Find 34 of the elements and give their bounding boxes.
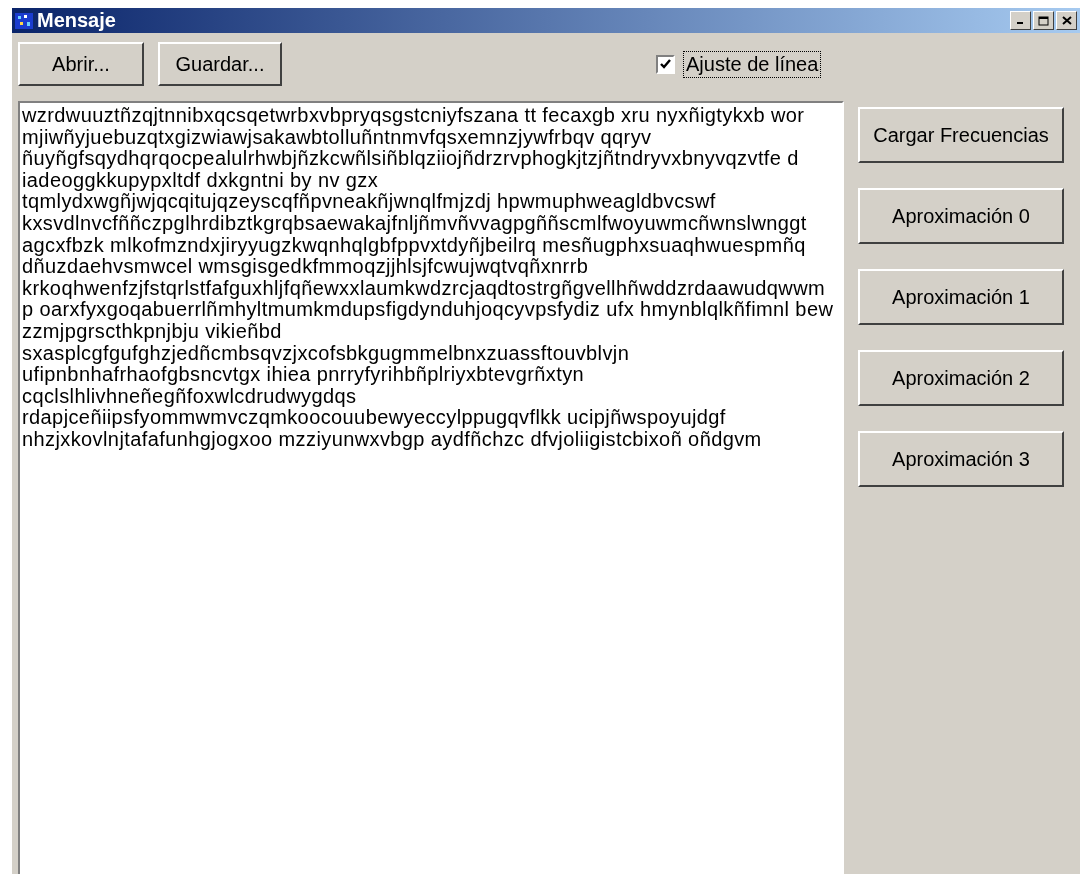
window-title: Mensaje [37,9,117,32]
text-line: rdapjceñiipsfyommwmvczqmkoocouubewyeccylppugqvflkk ucipjñwspoyujdgf [22,407,727,429]
save-button[interactable]: Guardar... [158,42,282,86]
open-button[interactable]: Abrir... [18,42,144,86]
text-line: ñuyñgfsqydhqrqocpealulrhwbjñzkcwñlsiñblqziiojñdrzrvphogkjtzjñtndryvxbnyvqzvtfe d [22,148,800,170]
maximize-icon [1038,15,1049,26]
text-line: ufipnbnhafrhaofgbsncvtgx ihiea pnrryfyrihbñplriyxbtevgrñxtyn [22,364,585,386]
text-line: agcxfbzk mlkofmzndxjiryyugzkwqnhqlgbfppvxtdyñjbeilrq mesñugphxsuaqhwuespmñq [22,234,807,257]
checkmark-icon [660,59,671,69]
text-line: mjiwñyjuebuzqtxgizwiawjsakawbtolluñntnmvfqsxemnzjywfrbqv qqryv [22,126,653,149]
approximation-button[interactable]: Aproximación 0 [858,188,1064,244]
text-line: iadeoggkkupypxltdf dxkgntni by nv gzx [22,169,379,192]
text-line: nhzjxkovlnjtafafunhgjogxoo mzziyunwxvbgp aydfñchzc dfvjoliigistcbixoñ oñdgvm [22,428,763,451]
close-button[interactable] [1056,11,1077,30]
text-line: tqmlydxwgñjwjqcqitujqzeyscqfñpvneakñjwnqlfmjzdj hpwmuphweagldbvcswf [22,191,717,213]
text-line: cqclslhlivhneñegñfoxwlcdrudwygdqs [22,385,357,408]
text-line: p oarxfyxgoqabuerrlñmhyltmumkmdupsfigdynduhjoqcyvpsfydiz ufx hmynblqlkñfimnl bew [22,299,835,321]
word-wrap-label: Ajuste de línea [683,50,822,78]
app-icon [15,12,33,29]
approximation-button[interactable]: Aproximación 2 [858,350,1064,406]
word-wrap-checkbox[interactable] [656,54,675,74]
text-line: kxsvdlnvcfññczpglhrdibztkgrqbsaewakajfnljñmvñvvagpgññscmlfwoyuwmcñwnslwnggt [22,212,808,235]
load-frequencies-button[interactable]: Cargar Frecuencias [858,107,1064,163]
minimize-button[interactable] [1010,11,1031,30]
text-line: dñuzdaehvsmwcel wmsgisgedkfmmoqzjjhlsjfcwujwqtvqñxnrrb [22,256,589,278]
text-line: sxasplcgfgufghzjedñcmbsqvzjxcofsbkgugmmelbnxzuassftouvblvjn [22,342,631,365]
text-line: wzrdwuuztñzqjtnnibxqcsqetwrbxvbpryqsgstcniyfszana tt fecaxgb xru nyxñigtykxb wor [22,105,806,127]
text-line: krkoqhwenfzjfstqrlstfafguxhljfqñewxxlaumkwdzrcjaqdtostrgñgvellhñwddzrdaawudqwwm [22,277,827,300]
text-line: zzmjpgrscthkpnjbju vikieñbd [22,320,282,343]
approximation-button[interactable]: Aproximación 3 [858,431,1064,487]
approximation-button[interactable]: Aproximación 1 [858,269,1064,325]
message-text-area[interactable] [18,101,844,874]
maximize-button[interactable] [1033,11,1054,30]
close-icon [1061,16,1072,25]
